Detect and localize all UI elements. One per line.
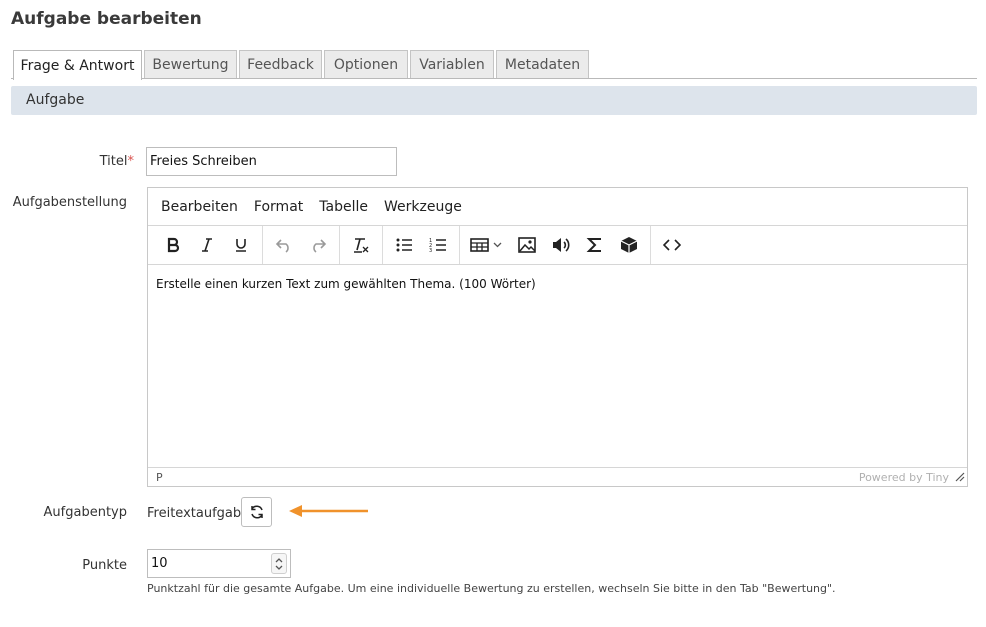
type-value: Freitextaufgabe — [147, 506, 250, 521]
editor-toolbar: 123 — [148, 226, 967, 265]
tab-optionen[interactable]: Optionen — [324, 50, 408, 78]
menu-tabelle[interactable]: Tabelle — [311, 199, 376, 215]
source-code-icon[interactable] — [655, 230, 689, 260]
editor-content[interactable]: Erstelle einen kurzen Text zum gewählten… — [148, 265, 967, 467]
underline-icon[interactable] — [224, 230, 258, 260]
section-header: Aufgabe — [11, 86, 977, 115]
image-icon[interactable] — [510, 230, 544, 260]
statement-label: Aufgabenstellung — [12, 195, 127, 210]
refresh-icon — [250, 505, 263, 519]
toolbar-group-format — [152, 226, 263, 264]
menu-format[interactable]: Format — [246, 199, 311, 215]
tab-feedback[interactable]: Feedback — [239, 50, 322, 78]
toolbar-group-clear — [340, 226, 383, 264]
required-marker: * — [127, 154, 135, 169]
redo-icon[interactable] — [301, 230, 335, 260]
italic-icon[interactable] — [190, 230, 224, 260]
tab-bewertung[interactable]: Bewertung — [144, 50, 237, 78]
media-icon[interactable] — [612, 230, 646, 260]
toolbar-group-lists: 123 — [383, 226, 460, 264]
editor-statusbar: P Powered by Tiny — [148, 467, 967, 486]
points-field — [147, 549, 291, 578]
toolbar-group-history — [263, 226, 340, 264]
bold-icon[interactable] — [156, 230, 190, 260]
pointer-arrow-icon — [289, 505, 368, 517]
stepper-arrows-icon — [275, 557, 283, 570]
svg-text:3: 3 — [429, 248, 432, 253]
undo-icon[interactable] — [267, 230, 301, 260]
change-type-button[interactable] — [241, 497, 272, 527]
audio-icon[interactable] — [544, 230, 578, 260]
table-icon[interactable] — [464, 230, 510, 260]
rich-text-editor: Bearbeiten Format Tabelle Werkzeuge 1 2 … — [147, 187, 968, 487]
page-title: Aufgabe bearbeiten — [11, 9, 202, 29]
points-label: Punkte — [82, 558, 127, 573]
editor-menubar: Bearbeiten Format Tabelle Werkzeuge — [148, 188, 967, 226]
formula-icon[interactable] — [578, 230, 612, 260]
powered-by-link[interactable]: Powered by Tiny — [859, 471, 949, 484]
points-input[interactable] — [148, 550, 266, 577]
bullet-list-icon[interactable] — [387, 230, 421, 260]
tab-bar: Frage & Antwort Bewertung Feedback Optio… — [11, 50, 977, 80]
tab-variablen[interactable]: Variablen — [410, 50, 494, 78]
menu-werkzeuge[interactable]: Werkzeuge — [376, 199, 470, 215]
element-path[interactable]: P — [156, 471, 163, 484]
clear-format-icon[interactable] — [344, 230, 378, 260]
title-label-text: Titel — [99, 154, 128, 169]
points-help-text: Punktzahl für die gesamte Aufgabe. Um ei… — [147, 582, 836, 595]
tab-metadaten[interactable]: Metadaten — [496, 50, 589, 78]
points-stepper[interactable] — [271, 553, 287, 574]
type-label: Aufgabentyp — [43, 505, 127, 520]
title-input[interactable] — [146, 147, 397, 176]
tab-frage-antwort[interactable]: Frage & Antwort — [13, 50, 142, 80]
toolbar-group-code — [651, 226, 693, 264]
title-label: Titel* — [60, 154, 134, 169]
resize-handle-icon[interactable] — [955, 472, 965, 485]
menu-bearbeiten[interactable]: Bearbeiten — [153, 199, 246, 215]
toolbar-group-insert — [460, 226, 651, 264]
numbered-list-icon[interactable]: 123 — [421, 230, 455, 260]
